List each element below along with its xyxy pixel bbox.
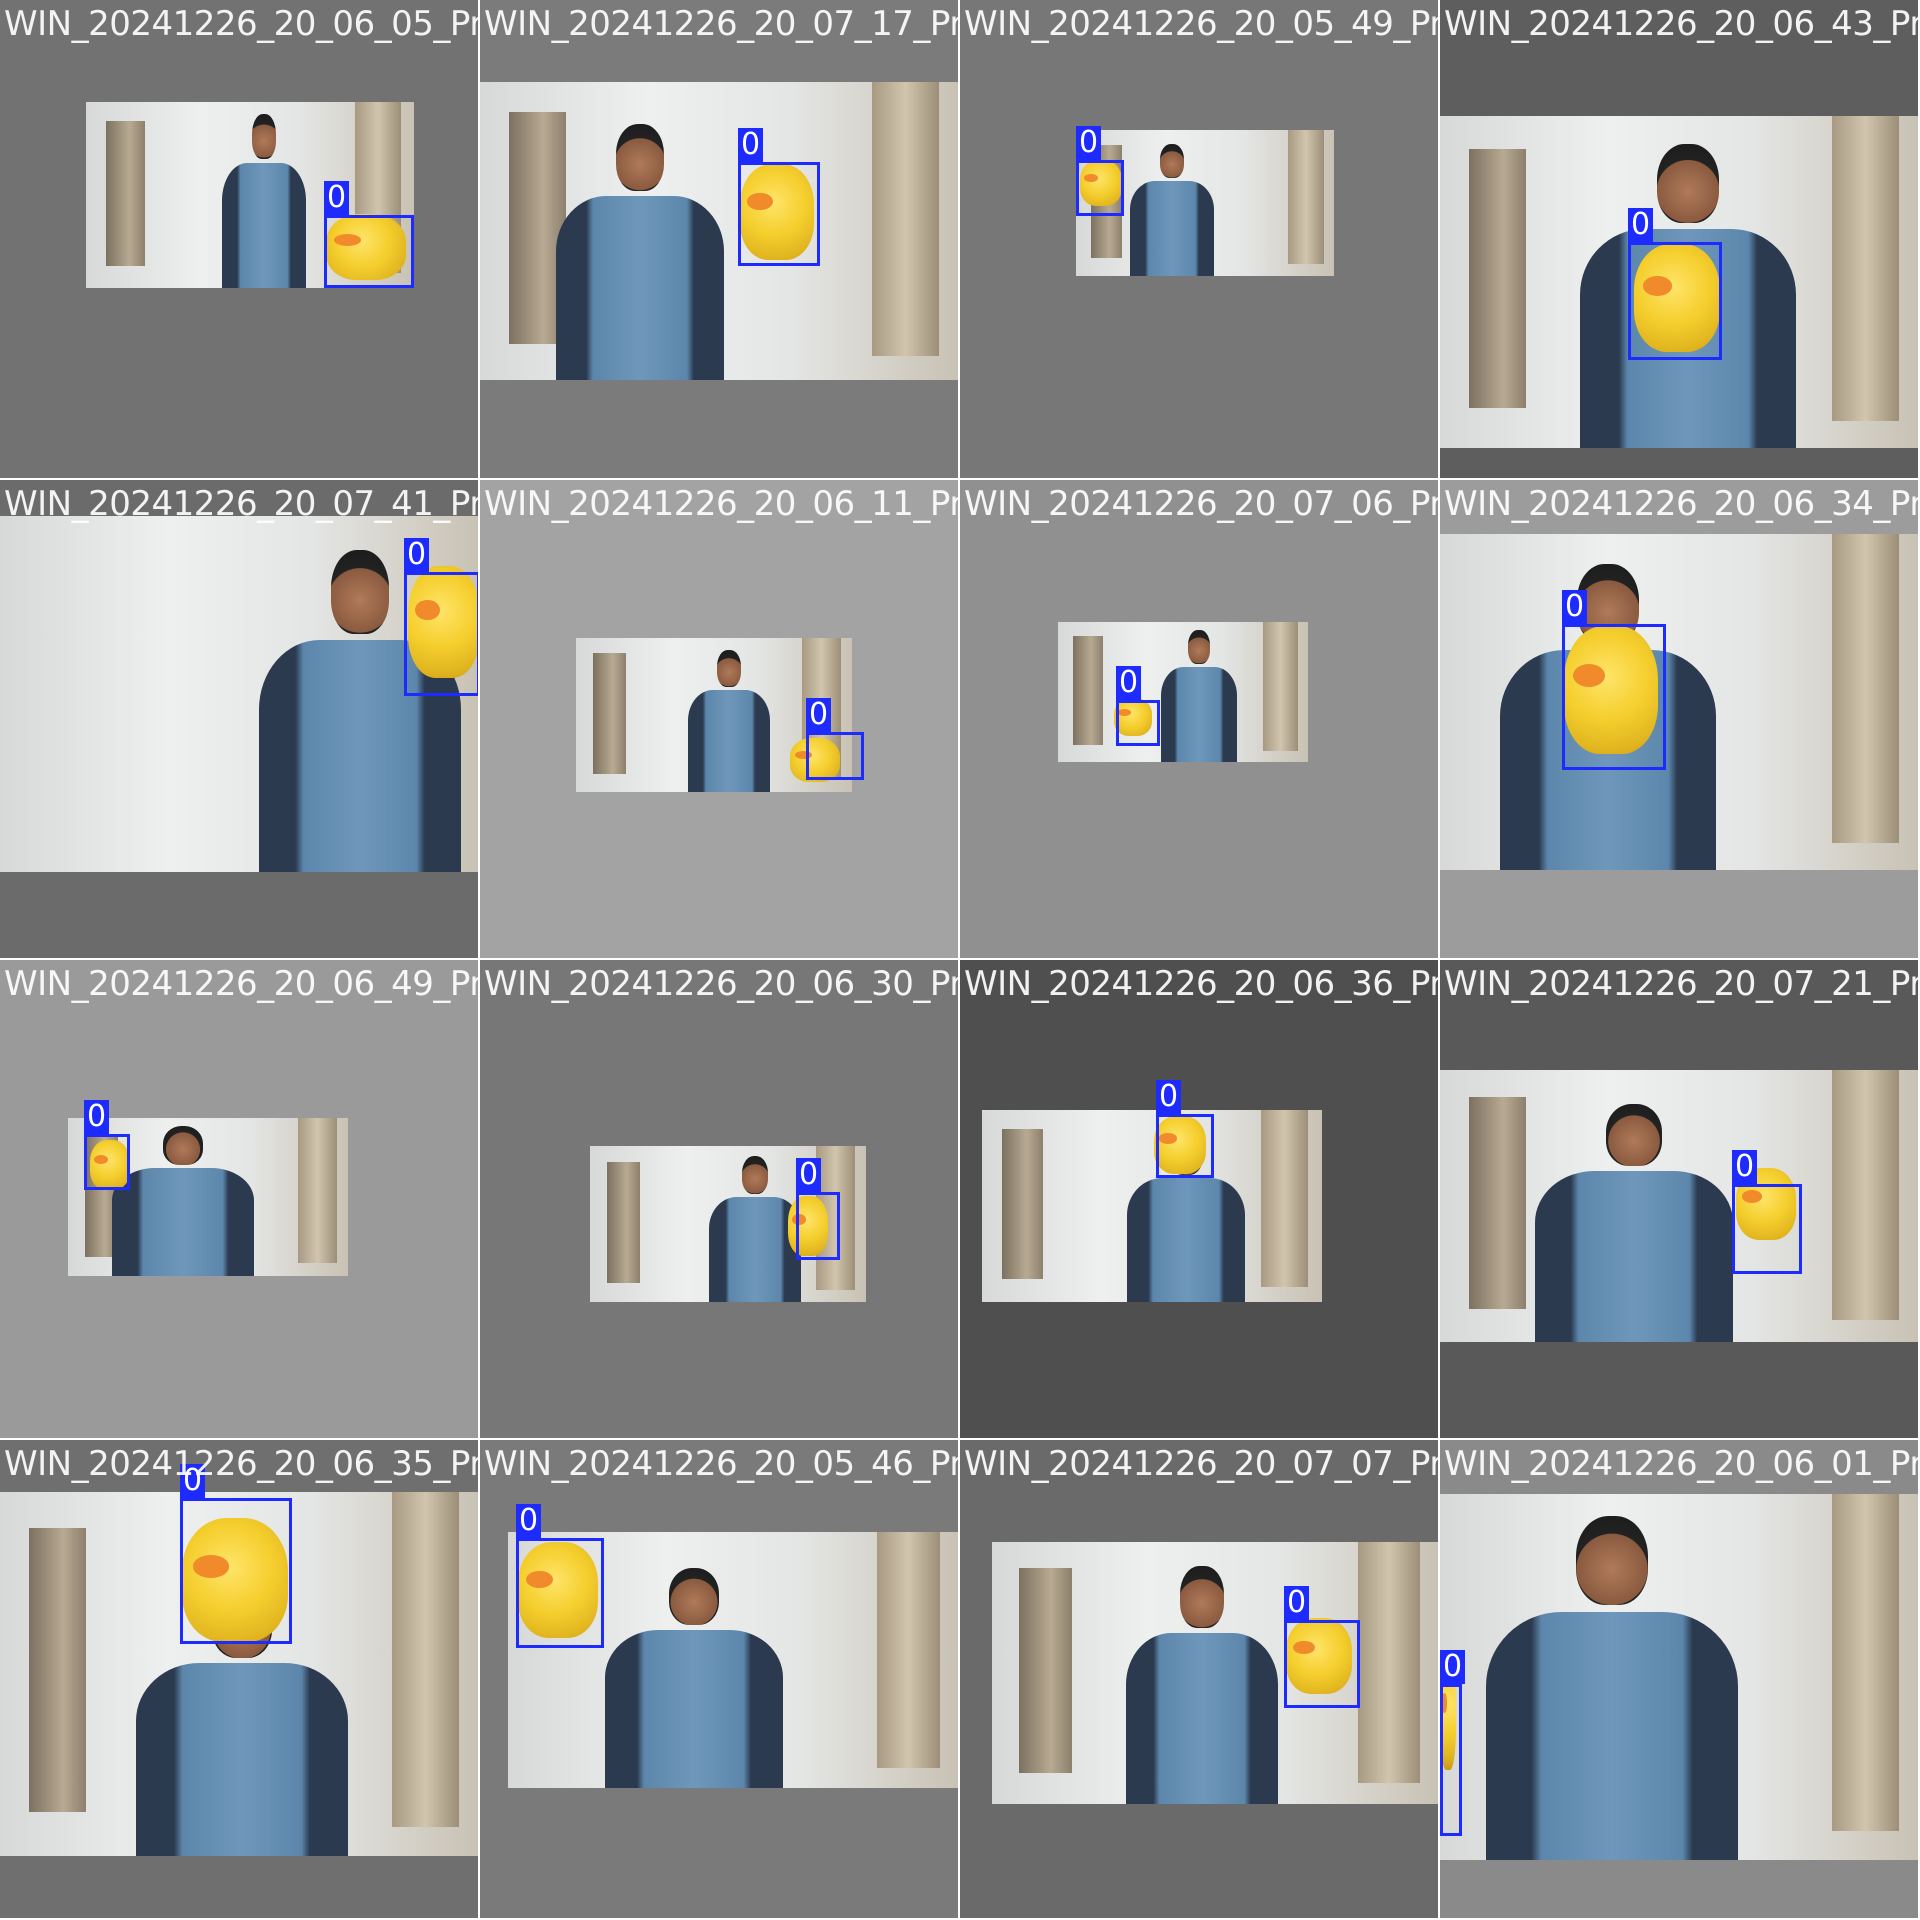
bounding-box-label: 0	[1076, 126, 1102, 160]
bounding-box	[1440, 1684, 1462, 1836]
bounding-box-label: 0	[404, 538, 430, 572]
image-tile: 0 WIN_20241226_20_06_43_Pro.jpg	[1440, 0, 1920, 480]
tile-filename: WIN_20241226_20_06_34_Pro.jpg	[1444, 484, 1918, 524]
bounding-box	[180, 1498, 292, 1644]
bounding-box-label: 0	[1284, 1586, 1310, 1620]
image-tile: 0 WIN_20241226_20_05_46_Pro.jpg	[480, 1440, 960, 1920]
person	[1112, 1566, 1292, 1804]
photo	[1440, 1070, 1918, 1342]
photo	[1440, 534, 1918, 870]
tile-filename: WIN_20241226_20_06_43_Pro.jpg	[1444, 4, 1918, 44]
person	[1516, 1104, 1752, 1342]
tile-filename: WIN_20241226_20_06_35_Pro.jpg	[4, 1444, 478, 1484]
tile-filename: WIN_20241226_20_06_49_Pro.jpg	[4, 964, 478, 1004]
bounding-box	[1284, 1620, 1360, 1708]
image-tile: 0 WIN_20241226_20_06_30_Pro.jpg	[480, 960, 960, 1440]
image-tile: 0 WIN_20241226_20_07_41_Pro (2).jpg	[0, 480, 480, 960]
image-mosaic: 0 WIN_20241226_20_06_05_Pro.jpg 0 WIN_20…	[0, 0, 1920, 1920]
photo	[1058, 622, 1308, 762]
person	[540, 124, 740, 380]
bounding-box-label: 0	[1440, 1650, 1466, 1684]
image-tile: 0 WIN_20241226_20_07_06_Pro.jpg	[960, 480, 1440, 960]
tile-filename: WIN_20241226_20_07_07_Pro.jpg	[964, 1444, 1438, 1484]
person	[214, 114, 314, 288]
person	[1154, 630, 1244, 762]
tile-filename: WIN_20241226_20_07_21_Pro.jpg	[1444, 964, 1918, 1004]
tile-filename: WIN_20241226_20_07_41_Pro (2).jpg	[4, 484, 480, 524]
tile-filename: WIN_20241226_20_06_05_Pro.jpg	[4, 4, 478, 44]
image-tile: 0 WIN_20241226_20_06_35_Pro.jpg	[0, 1440, 480, 1920]
bounding-box-label: 0	[806, 698, 832, 732]
tile-filename: WIN_20241226_20_06_30_Pro.jpg	[484, 964, 958, 1004]
tile-filename: WIN_20241226_20_06_36_Pro.jpg	[964, 964, 1438, 1004]
bounding-box-label: 0	[1156, 1080, 1182, 1114]
bounding-box	[1562, 624, 1666, 770]
tile-filename: WIN_20241226_20_07_17_Pro.jpg	[484, 4, 958, 44]
image-tile: 0 WIN_20241226_20_07_17_Pro.jpg	[480, 0, 960, 480]
person	[1122, 144, 1222, 276]
tile-filename: WIN_20241226_20_06_11_Pro.jpg	[484, 484, 958, 524]
bounding-box	[84, 1134, 130, 1190]
bounding-box-label: 0	[738, 128, 764, 162]
image-tile: 0 WIN_20241226_20_06_05_Pro.jpg	[0, 0, 480, 480]
bounding-box	[806, 732, 864, 780]
bounding-box	[1116, 700, 1160, 746]
bounding-box	[324, 215, 414, 288]
person	[588, 1568, 800, 1788]
photo	[982, 1110, 1322, 1302]
bounding-box-label: 0	[1732, 1150, 1758, 1184]
image-tile: 0 WIN_20241226_20_05_49_Pro.jpg	[960, 0, 1440, 480]
image-tile: 0 WIN_20241226_20_06_11_Pro.jpg	[480, 480, 960, 960]
tile-filename: WIN_20241226_20_05_49_Pro.jpg	[964, 4, 1438, 44]
photo	[1440, 1494, 1918, 1860]
bounding-box-label: 0	[324, 181, 350, 215]
bounding-box	[1156, 1114, 1214, 1178]
bounding-box	[516, 1538, 604, 1648]
bounding-box	[404, 572, 478, 696]
image-tile: 0 WIN_20241226_20_07_21_Pro.jpg	[1440, 960, 1920, 1440]
bounding-box	[738, 162, 820, 266]
photo	[480, 82, 958, 380]
image-tile: 0 WIN_20241226_20_06_49_Pro.jpg	[0, 960, 480, 1440]
tile-filename: WIN_20241226_20_07_06_Pro.jpg	[964, 484, 1438, 524]
bounding-box-label: 0	[1116, 666, 1142, 700]
image-tile: 0 WIN_20241226_20_06_36_Pro.jpg	[960, 960, 1440, 1440]
photo	[992, 1542, 1438, 1804]
bounding-box-label: 0	[796, 1158, 822, 1192]
tile-filename: WIN_20241226_20_05_46_Pro.jpg	[484, 1444, 958, 1484]
bounding-box-label: 0	[84, 1100, 110, 1134]
bounding-box	[796, 1192, 840, 1260]
bounding-box-label: 0	[1628, 208, 1654, 242]
person	[680, 650, 778, 792]
tile-filename: WIN_20241226_20_06_01_Pro.jpg	[1444, 1444, 1918, 1484]
bounding-box	[1732, 1184, 1802, 1274]
person	[1462, 1516, 1762, 1860]
bounding-box-label: 0	[516, 1504, 542, 1538]
bounding-box	[1076, 160, 1124, 216]
image-tile: 0 WIN_20241226_20_06_01_Pro.jpg	[1440, 1440, 1920, 1920]
image-tile: 0 WIN_20241226_20_07_07_Pro.jpg	[960, 1440, 1440, 1920]
bounding-box	[1628, 242, 1722, 360]
bounding-box-label: 0	[1562, 590, 1588, 624]
image-tile: 0 WIN_20241226_20_06_34_Pro.jpg	[1440, 480, 1920, 960]
